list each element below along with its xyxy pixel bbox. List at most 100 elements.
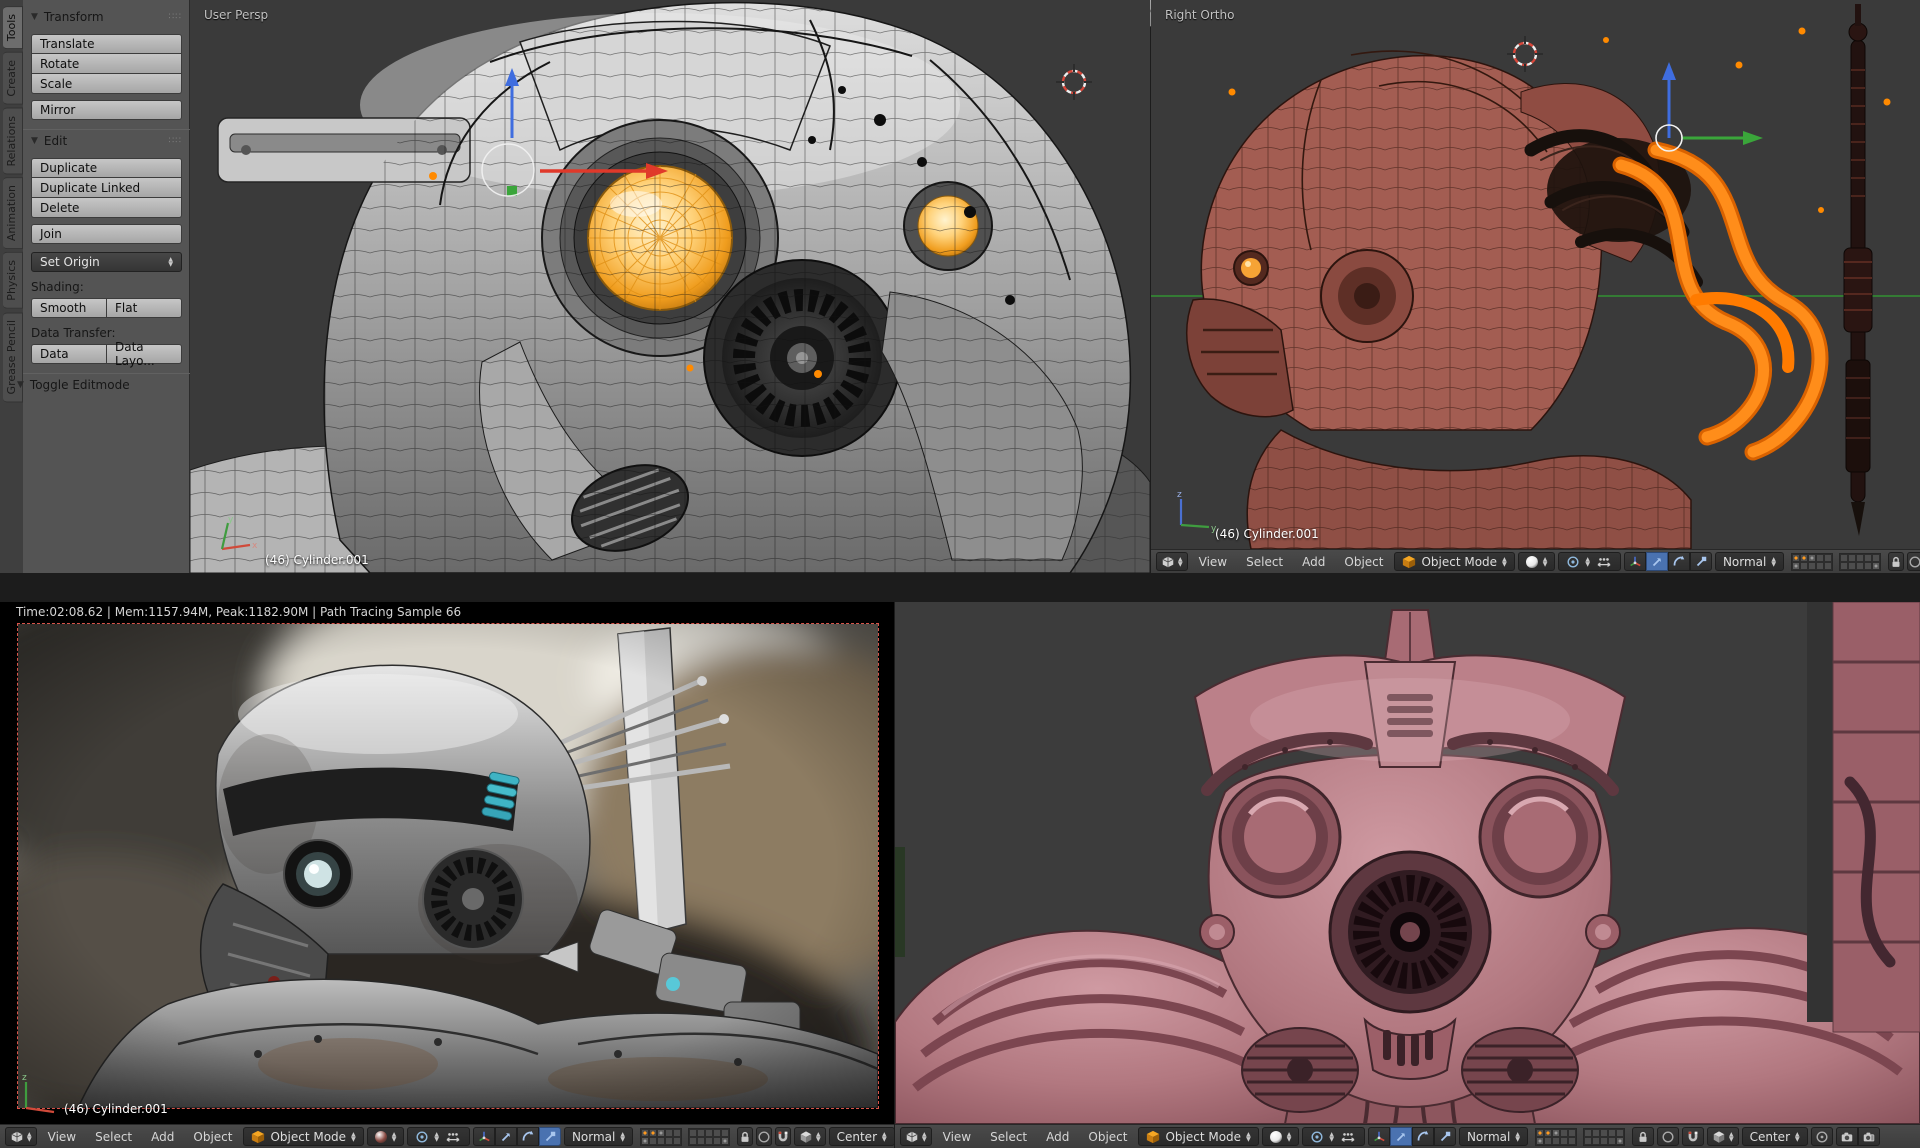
opengl-render-anim-button[interactable] [1857,1127,1880,1146]
mode-dropdown[interactable]: Object Mode ▲ ▼ [1394,552,1515,571]
manipulator-rotate-button[interactable] [1667,552,1690,571]
duplicate-linked-button[interactable]: Duplicate Linked [31,178,182,198]
panel-header-edit[interactable]: ▼ Edit ∷∷ [31,130,182,152]
snap-target-dropdown[interactable]: Center ▲ ▼ [828,1127,894,1146]
translate-button[interactable]: Translate [31,34,182,54]
snap-toggle-button[interactable] [774,1127,791,1146]
manipulator-translate-button[interactable] [494,1127,517,1146]
pivot-point-dropdown[interactable]: ▲ ▼ [1302,1127,1365,1146]
manipulator-translate-button[interactable] [1645,552,1668,571]
viewport-shading-icon [1525,555,1538,568]
viewport-bottom-left[interactable]: Time:02:08.62 | Mem:1157.94M, Peak:1182.… [0,602,894,1148]
robot-nose-turbine [1328,850,1492,1014]
panel-drag-handle-icon[interactable]: ∷∷ [169,12,182,22]
snap-element-dropdown[interactable]: ▲ ▼ [793,1127,826,1146]
object-menu[interactable]: Object [185,1128,240,1146]
viewport-bottom-right[interactable]: ▲ ▼ View Select Add Object Object Mode ▲ ▼… [895,602,1920,1148]
render-result-image [17,623,879,1109]
texture-paint-falloff-button[interactable] [1810,1127,1833,1146]
manipulator-scale-button[interactable] [538,1127,561,1146]
viewport-3d-canvas-wireframe[interactable] [190,0,1150,573]
tab-tools[interactable]: Tools [3,6,23,50]
manipulator-scale-button[interactable] [1689,552,1712,571]
snap-target-label: Center [836,1129,877,1144]
panel-drag-handle-icon[interactable]: ∷∷ [169,136,182,146]
viewport-3d-canvas-solid[interactable] [895,602,1920,1124]
manipulator-scale-button[interactable] [1433,1127,1456,1146]
panel-collapse-icon: ▼ [17,380,24,390]
manipulator-rotate-button[interactable] [1411,1127,1434,1146]
layers-grid[interactable] [1534,1127,1625,1146]
duplicate-button[interactable]: Duplicate [31,158,182,178]
manipulator-axes-button[interactable] [1367,1127,1390,1146]
lock-to-scene-button[interactable] [736,1127,753,1146]
opengl-render-still-button[interactable] [1835,1127,1858,1146]
join-button[interactable]: Join [31,224,182,244]
pivot-point-dropdown[interactable]: ▲ ▼ [1558,552,1621,571]
viewport-top-right[interactable]: zy Right Ortho (46) Cylinder.001 ▲ ▼ View… [1151,0,1920,573]
lock-icon [1889,555,1903,569]
pivot-point-dropdown[interactable]: ▲ ▼ [407,1127,470,1146]
editor-3dview-icon [1161,555,1175,569]
layers-grid[interactable] [1790,552,1881,571]
tab-relations[interactable]: Relations [3,107,23,175]
data-button[interactable]: Data [31,344,107,364]
manipulator-rotate-button[interactable] [516,1127,539,1146]
add-menu[interactable]: Add [1038,1128,1077,1146]
proportional-edit-button[interactable] [1656,1127,1679,1146]
data-layout-button[interactable]: Data Layo... [107,340,182,368]
manipulator-axes-button[interactable] [1623,552,1646,571]
add-menu[interactable]: Add [143,1128,182,1146]
object-menu[interactable]: Object [1336,553,1391,571]
shading-dropdown[interactable]: ▲ ▼ [1517,552,1556,571]
flat-button[interactable]: Flat [107,298,182,318]
mode-dropdown[interactable]: Object Mode ▲ ▼ [1138,1127,1259,1146]
panel-header-transform[interactable]: ▼ Transform ∷∷ [31,6,182,28]
shading-dropdown[interactable]: ▲ ▼ [1261,1127,1300,1146]
proportional-edit-button[interactable] [1906,552,1920,571]
tab-animation[interactable]: Animation [3,177,23,250]
orientation-dropdown[interactable]: Normal ▲ ▼ [563,1127,633,1146]
tab-create[interactable]: Create [3,52,23,105]
orientation-dropdown[interactable]: Normal ▲ ▼ [1714,552,1784,571]
orientation-dropdown[interactable]: Normal ▲ ▼ [1458,1127,1528,1146]
manipulator-translate-button[interactable] [1389,1127,1412,1146]
chevron-updown-icon: ▲▼ [1178,555,1183,568]
view-menu[interactable]: View [935,1128,979,1146]
viewport-top-left[interactable]: xy User Persp (46) Cylinder.001 Tools Cr… [0,0,1150,573]
view-menu[interactable]: View [40,1128,84,1146]
viewport-header: ▲ ▼ View Select Add Object Object Mode ▲ ▼… [895,1124,1920,1148]
panel-header-toggle-editmode[interactable]: ▼ Toggle Editmode [17,374,182,396]
snap-target-dropdown[interactable]: Center ▲ ▼ [1741,1127,1808,1146]
add-menu[interactable]: Add [1294,553,1333,571]
proportional-edit-button[interactable] [755,1127,772,1146]
rotate-arc-icon [521,1130,535,1144]
view-menu[interactable]: View [1191,553,1235,571]
snap-toggle-button[interactable] [1681,1127,1704,1146]
mirror-button[interactable]: Mirror [31,100,182,120]
editor-type-button[interactable]: ▲ ▼ [5,1127,37,1146]
rotate-button[interactable]: Rotate [31,54,182,74]
lock-to-scene-button[interactable] [1631,1127,1654,1146]
lock-to-scene-button[interactable] [1887,552,1904,571]
scale-button[interactable]: Scale [31,74,182,94]
chevron-updown-icon: ▲▼ [1515,1130,1520,1143]
mode-dropdown[interactable]: Object Mode ▲ ▼ [243,1127,364,1146]
select-menu[interactable]: Select [1238,553,1291,571]
object-menu[interactable]: Object [1080,1128,1135,1146]
set-origin-dropdown[interactable]: Set Origin ▲ ▼ [31,252,182,272]
viewport-3d-canvas-clay[interactable] [1151,0,1920,549]
scale-icon [543,1130,557,1144]
smooth-button[interactable]: Smooth [31,298,107,318]
tab-physics[interactable]: Physics [3,252,23,309]
snap-cube-icon [799,1130,813,1144]
delete-button[interactable]: Delete [31,198,182,218]
select-menu[interactable]: Select [982,1128,1035,1146]
editor-type-button[interactable]: ▲ ▼ [900,1127,932,1146]
snap-element-dropdown[interactable]: ▲ ▼ [1706,1127,1739,1146]
shading-dropdown[interactable]: ▲ ▼ [366,1127,405,1146]
select-menu[interactable]: Select [87,1128,140,1146]
layers-grid[interactable] [639,1127,730,1146]
manipulator-axes-button[interactable] [472,1127,495,1146]
editor-type-button[interactable]: ▲ ▼ [1156,552,1188,571]
